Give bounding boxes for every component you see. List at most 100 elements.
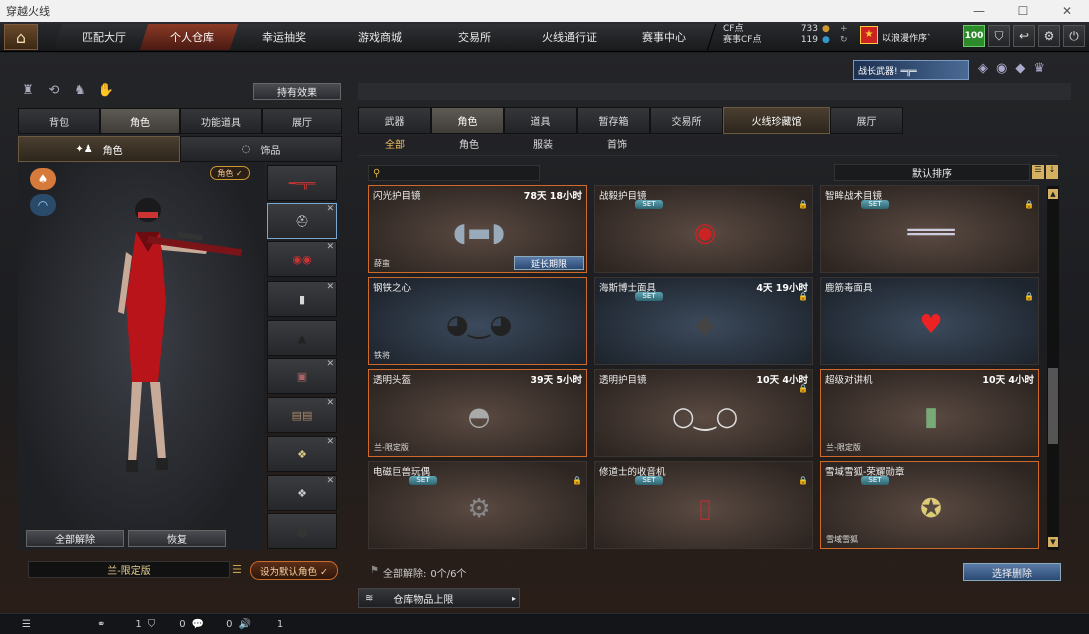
mask-icon[interactable]: ◠	[30, 194, 56, 216]
tab-personal-warehouse[interactable]: 个人仓库	[139, 24, 245, 50]
exit-room-icon[interactable]: ↩	[1013, 25, 1035, 47]
clan-icon[interactable]: ⛉	[142, 619, 156, 630]
ammo-icon: ▤▤	[291, 408, 313, 422]
list-icon[interactable]: ☰	[232, 563, 242, 576]
pose-icon[interactable]: ♞	[70, 80, 90, 100]
tab-character[interactable]: 角色	[100, 108, 180, 134]
level-badge[interactable]: 100	[963, 25, 985, 47]
tab-trading-post[interactable]: 交易所	[421, 24, 529, 50]
minimize-button[interactable]: —	[957, 0, 1001, 22]
gear-icon[interactable]: ⚙	[1038, 25, 1060, 47]
remove-icon[interactable]: ✕	[326, 242, 334, 252]
speaker-icon[interactable]: 🔊	[232, 619, 250, 630]
slot-wolf[interactable]: ❖ ✕	[267, 475, 337, 511]
sort-order-icon[interactable]: ↓	[1046, 165, 1058, 179]
remove-icon[interactable]: ✕	[326, 204, 334, 214]
tab-roles[interactable]: 角色	[431, 107, 504, 134]
set-default-button[interactable]: 设为默认角色 ✓	[250, 561, 338, 580]
item-card[interactable]: 鹿筋毒面具 🔒 ♥	[820, 277, 1039, 365]
unequip-all-button[interactable]: 全部解除	[26, 530, 124, 547]
subtab-jewelry[interactable]: 首饰	[580, 136, 654, 155]
badge-icons[interactable]: ◈◉◆♛	[978, 61, 1053, 76]
subtab-accessories[interactable]: ◌ 饰品	[180, 136, 342, 162]
item-card[interactable]: 透明头盔 39天 5小时 ◓ 兰-限定版	[368, 369, 587, 457]
item-card[interactable]: 战毅护目镜 SET 🔒 ◉	[594, 185, 813, 273]
promo-banner[interactable]: 战长武器! ═╦═	[853, 60, 969, 80]
wolf-icon[interactable]: ♠	[30, 168, 56, 190]
tab-lucky-draw[interactable]: 幸运抽奖	[229, 24, 339, 50]
home-icon[interactable]: ⌂	[4, 24, 38, 50]
slot-weapon[interactable]: ━═╦═	[267, 165, 337, 201]
subtab-all[interactable]: 全部	[358, 136, 432, 155]
sort-dropdown[interactable]: 默认排序	[834, 164, 1030, 181]
slot-helmet[interactable]: ⛑ ✕	[267, 203, 337, 239]
item-card[interactable]: 雪域雪狐-荣耀勋章 SET ✪ 雪域雪狐	[820, 461, 1039, 549]
item-card[interactable]: 海斯博士面具 4天 19小时 SET 🔒 ◆	[594, 277, 813, 365]
remove-icon[interactable]: ✕	[326, 437, 334, 447]
slot-disc[interactable]: ⬤	[267, 513, 337, 549]
hand-icon[interactable]: ✋	[96, 80, 116, 100]
item-scrollbar[interactable]: ▲ ▼	[1047, 186, 1059, 550]
remove-icon[interactable]: ✕	[326, 398, 334, 408]
friends-icon[interactable]: ⚭	[51, 619, 105, 630]
scroll-thumb[interactable]	[1048, 368, 1058, 444]
slot-empty[interactable]: ▲	[267, 320, 337, 356]
slot-ammo[interactable]: ▤▤ ✕	[267, 397, 337, 433]
slot-radio[interactable]: ▮ ✕	[267, 281, 337, 317]
search-input[interactable]: ⚲	[368, 165, 540, 181]
tab-battle-pass[interactable]: 火线通行证	[515, 24, 625, 50]
slot-pet[interactable]: ❖ ✕	[267, 436, 337, 472]
recharge-icon[interactable]: + ↻	[840, 24, 848, 46]
effect-button[interactable]: 持有效果	[253, 83, 341, 100]
list-view-icon[interactable]: ☰	[1032, 165, 1044, 179]
warehouse-limit-button[interactable]: ≋ 仓库物品上限 ▸	[358, 588, 520, 608]
item-card[interactable]: 透明护目镜 10天 4小时 🔒 ○‿○	[594, 369, 813, 457]
tab-backpack[interactable]: 背包	[18, 108, 100, 134]
item-card[interactable]: 电磁巨兽玩偶 SET 🔒 ⚙	[368, 461, 587, 549]
rank-icon[interactable]: ★	[860, 26, 878, 44]
tab-event-center[interactable]: 赛事中心	[611, 24, 717, 50]
remove-icon[interactable]: ✕	[326, 359, 334, 369]
tab-showroom[interactable]: 展厅	[262, 108, 342, 134]
menu-icon[interactable]: ☰	[0, 619, 51, 630]
slot-goggles[interactable]: ◉◉ ✕	[267, 241, 337, 277]
tab-hall[interactable]: 展厅	[830, 107, 903, 134]
maximize-button[interactable]: ☐	[1001, 0, 1045, 22]
power-icon[interactable]: ⏻	[1063, 25, 1085, 47]
tab-collection[interactable]: 火线珍藏馆	[723, 107, 830, 134]
item-card[interactable]: 修道士的收音机 SET 🔒 ▯	[594, 461, 813, 549]
tab-game-store[interactable]: 游戏商城	[325, 24, 435, 50]
close-button[interactable]: ✕	[1045, 0, 1089, 22]
scroll-up-icon[interactable]: ▲	[1048, 189, 1058, 199]
remove-icon[interactable]: ✕	[326, 282, 334, 292]
item-card[interactable]: 智眸战术目镜 SET 🔒 ═══	[820, 185, 1039, 273]
tab-exchange[interactable]: 交易所	[650, 107, 723, 134]
rotate-icon[interactable]: ⟲	[44, 80, 64, 100]
item-card[interactable]: 钢铁之心 ◕‿◕ 铁将	[368, 277, 587, 365]
select-delete-button[interactable]: 选择删除	[963, 563, 1061, 581]
restore-button[interactable]: 恢复	[128, 530, 226, 547]
extend-button[interactable]: 延长期限	[514, 256, 584, 270]
item-card[interactable]: 闪光护目镜 78天 18小时 ◖▬◗ 薛蛮 延长期限	[368, 185, 587, 273]
tab-weapons[interactable]: 武器	[358, 107, 431, 134]
tab-function-items[interactable]: 功能道具	[180, 108, 262, 134]
username[interactable]: 以浪漫作序`	[882, 31, 932, 44]
scroll-down-icon[interactable]: ▼	[1048, 537, 1058, 547]
friends-count: 1	[135, 618, 142, 630]
mech-icon: ⚙	[467, 494, 491, 524]
subtab-character[interactable]: ✦♟ 角色	[18, 136, 180, 162]
tab-storage[interactable]: 暂存箱	[577, 107, 650, 134]
character-preview[interactable]: ♠ ◠ 角色 ✓ 全部解除 恢复	[18, 162, 264, 550]
tab-match-lobby[interactable]: 匹配大厅	[53, 24, 155, 50]
visor-icon: ═══	[907, 218, 955, 248]
item-card[interactable]: 超级对讲机 10天 4小时 ▮ 兰-限定版	[820, 369, 1039, 457]
shield-icon[interactable]: ⛉	[988, 25, 1010, 47]
role-filter[interactable]: 角色 ✓	[210, 166, 250, 180]
slot-pouch[interactable]: ▣ ✕	[267, 358, 337, 394]
remove-icon[interactable]: ✕	[326, 476, 334, 486]
subtab-roles[interactable]: 角色	[432, 136, 506, 155]
subtab-costume[interactable]: 服装	[506, 136, 580, 155]
chat-icon[interactable]: 💬	[186, 619, 204, 630]
team-icon[interactable]: ♜	[18, 80, 38, 100]
tab-props[interactable]: 道具	[504, 107, 577, 134]
